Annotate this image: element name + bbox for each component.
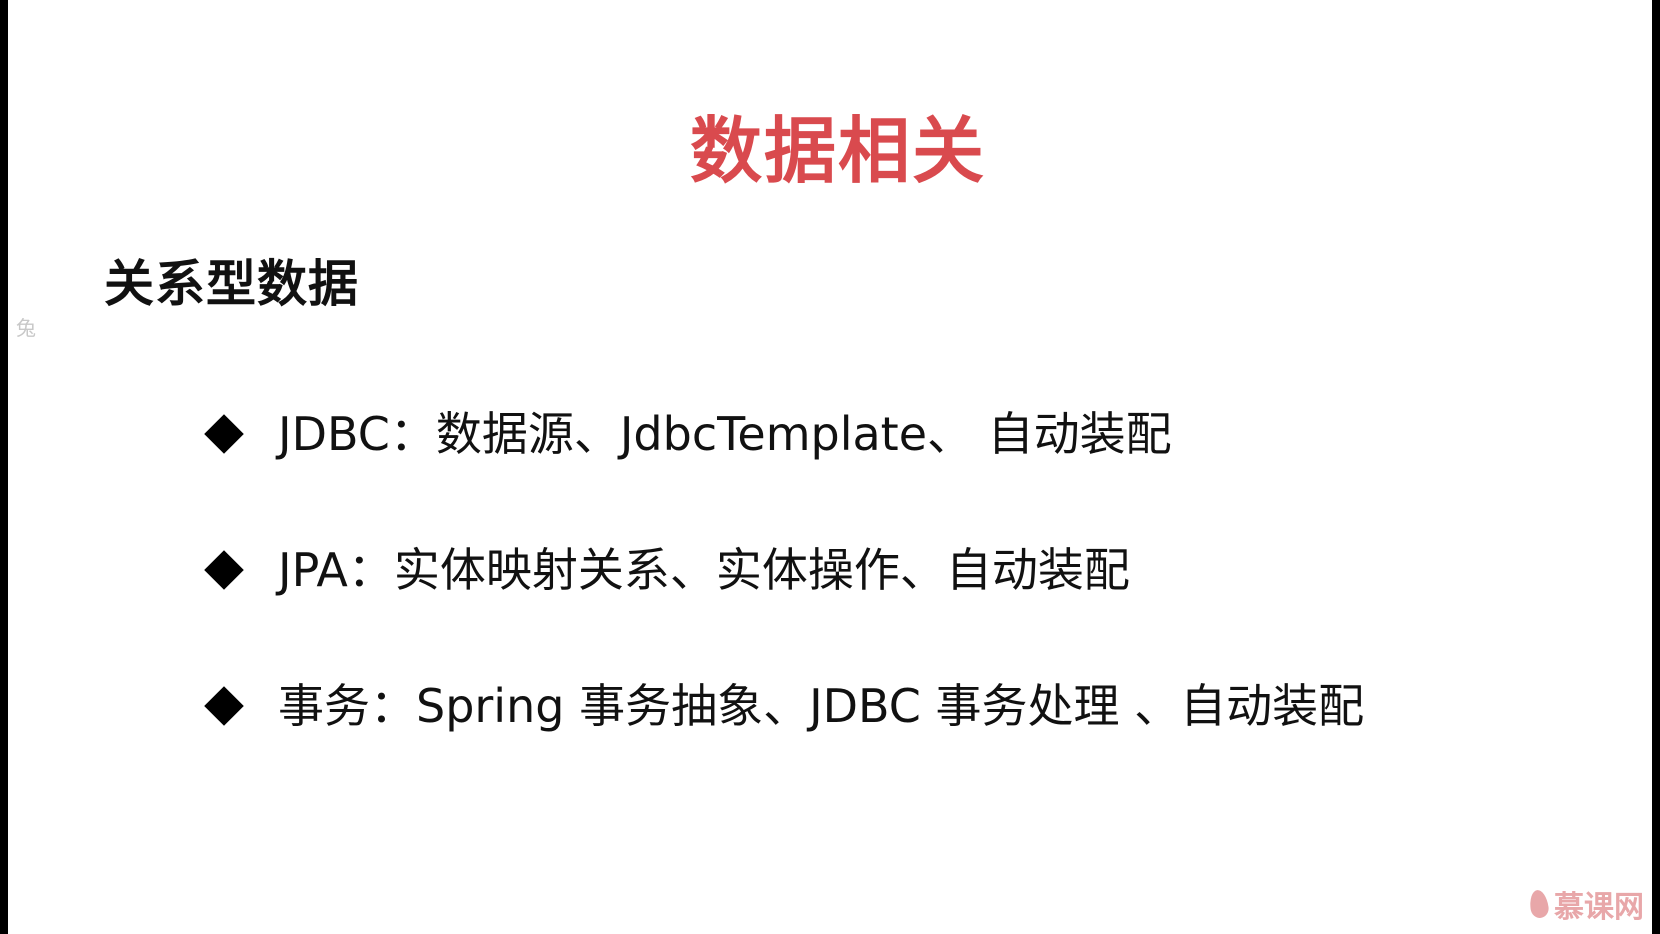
side-mark: 兔 <box>16 316 36 340</box>
watermark-text: 慕课网 <box>1554 890 1644 925</box>
bullet-text: JDBC：数据源、JdbcTemplate、 自动装配 <box>278 407 1172 461</box>
slide: 数据相关 关系型数据 兔 JDBC：数据源、JdbcTemplate、 自动装配… <box>8 0 1652 934</box>
diamond-bullet-icon <box>204 414 244 454</box>
list-item: 事务：Spring 事务抽象、JDBC 事务处理 、自动装配 <box>204 674 1364 810</box>
diamond-bullet-icon <box>204 550 244 590</box>
watermark-logo: 慕课网 <box>1528 882 1644 926</box>
bullet-text: 事务：Spring 事务抽象、JDBC 事务处理 、自动装配 <box>278 679 1365 733</box>
diamond-bullet-icon <box>204 686 244 726</box>
bullet-list: JDBC：数据源、JdbcTemplate、 自动装配 JPA：实体映射关系、实… <box>204 402 1364 810</box>
slide-subtitle: 关系型数据 <box>104 255 359 313</box>
list-item: JPA：实体映射关系、实体操作、自动装配 <box>204 538 1364 674</box>
list-item: JDBC：数据源、JdbcTemplate、 自动装配 <box>204 402 1364 538</box>
slide-title: 数据相关 <box>689 109 986 193</box>
bullet-text: JPA：实体映射关系、实体操作、自动装配 <box>278 543 1130 597</box>
flame-icon <box>1528 888 1550 920</box>
